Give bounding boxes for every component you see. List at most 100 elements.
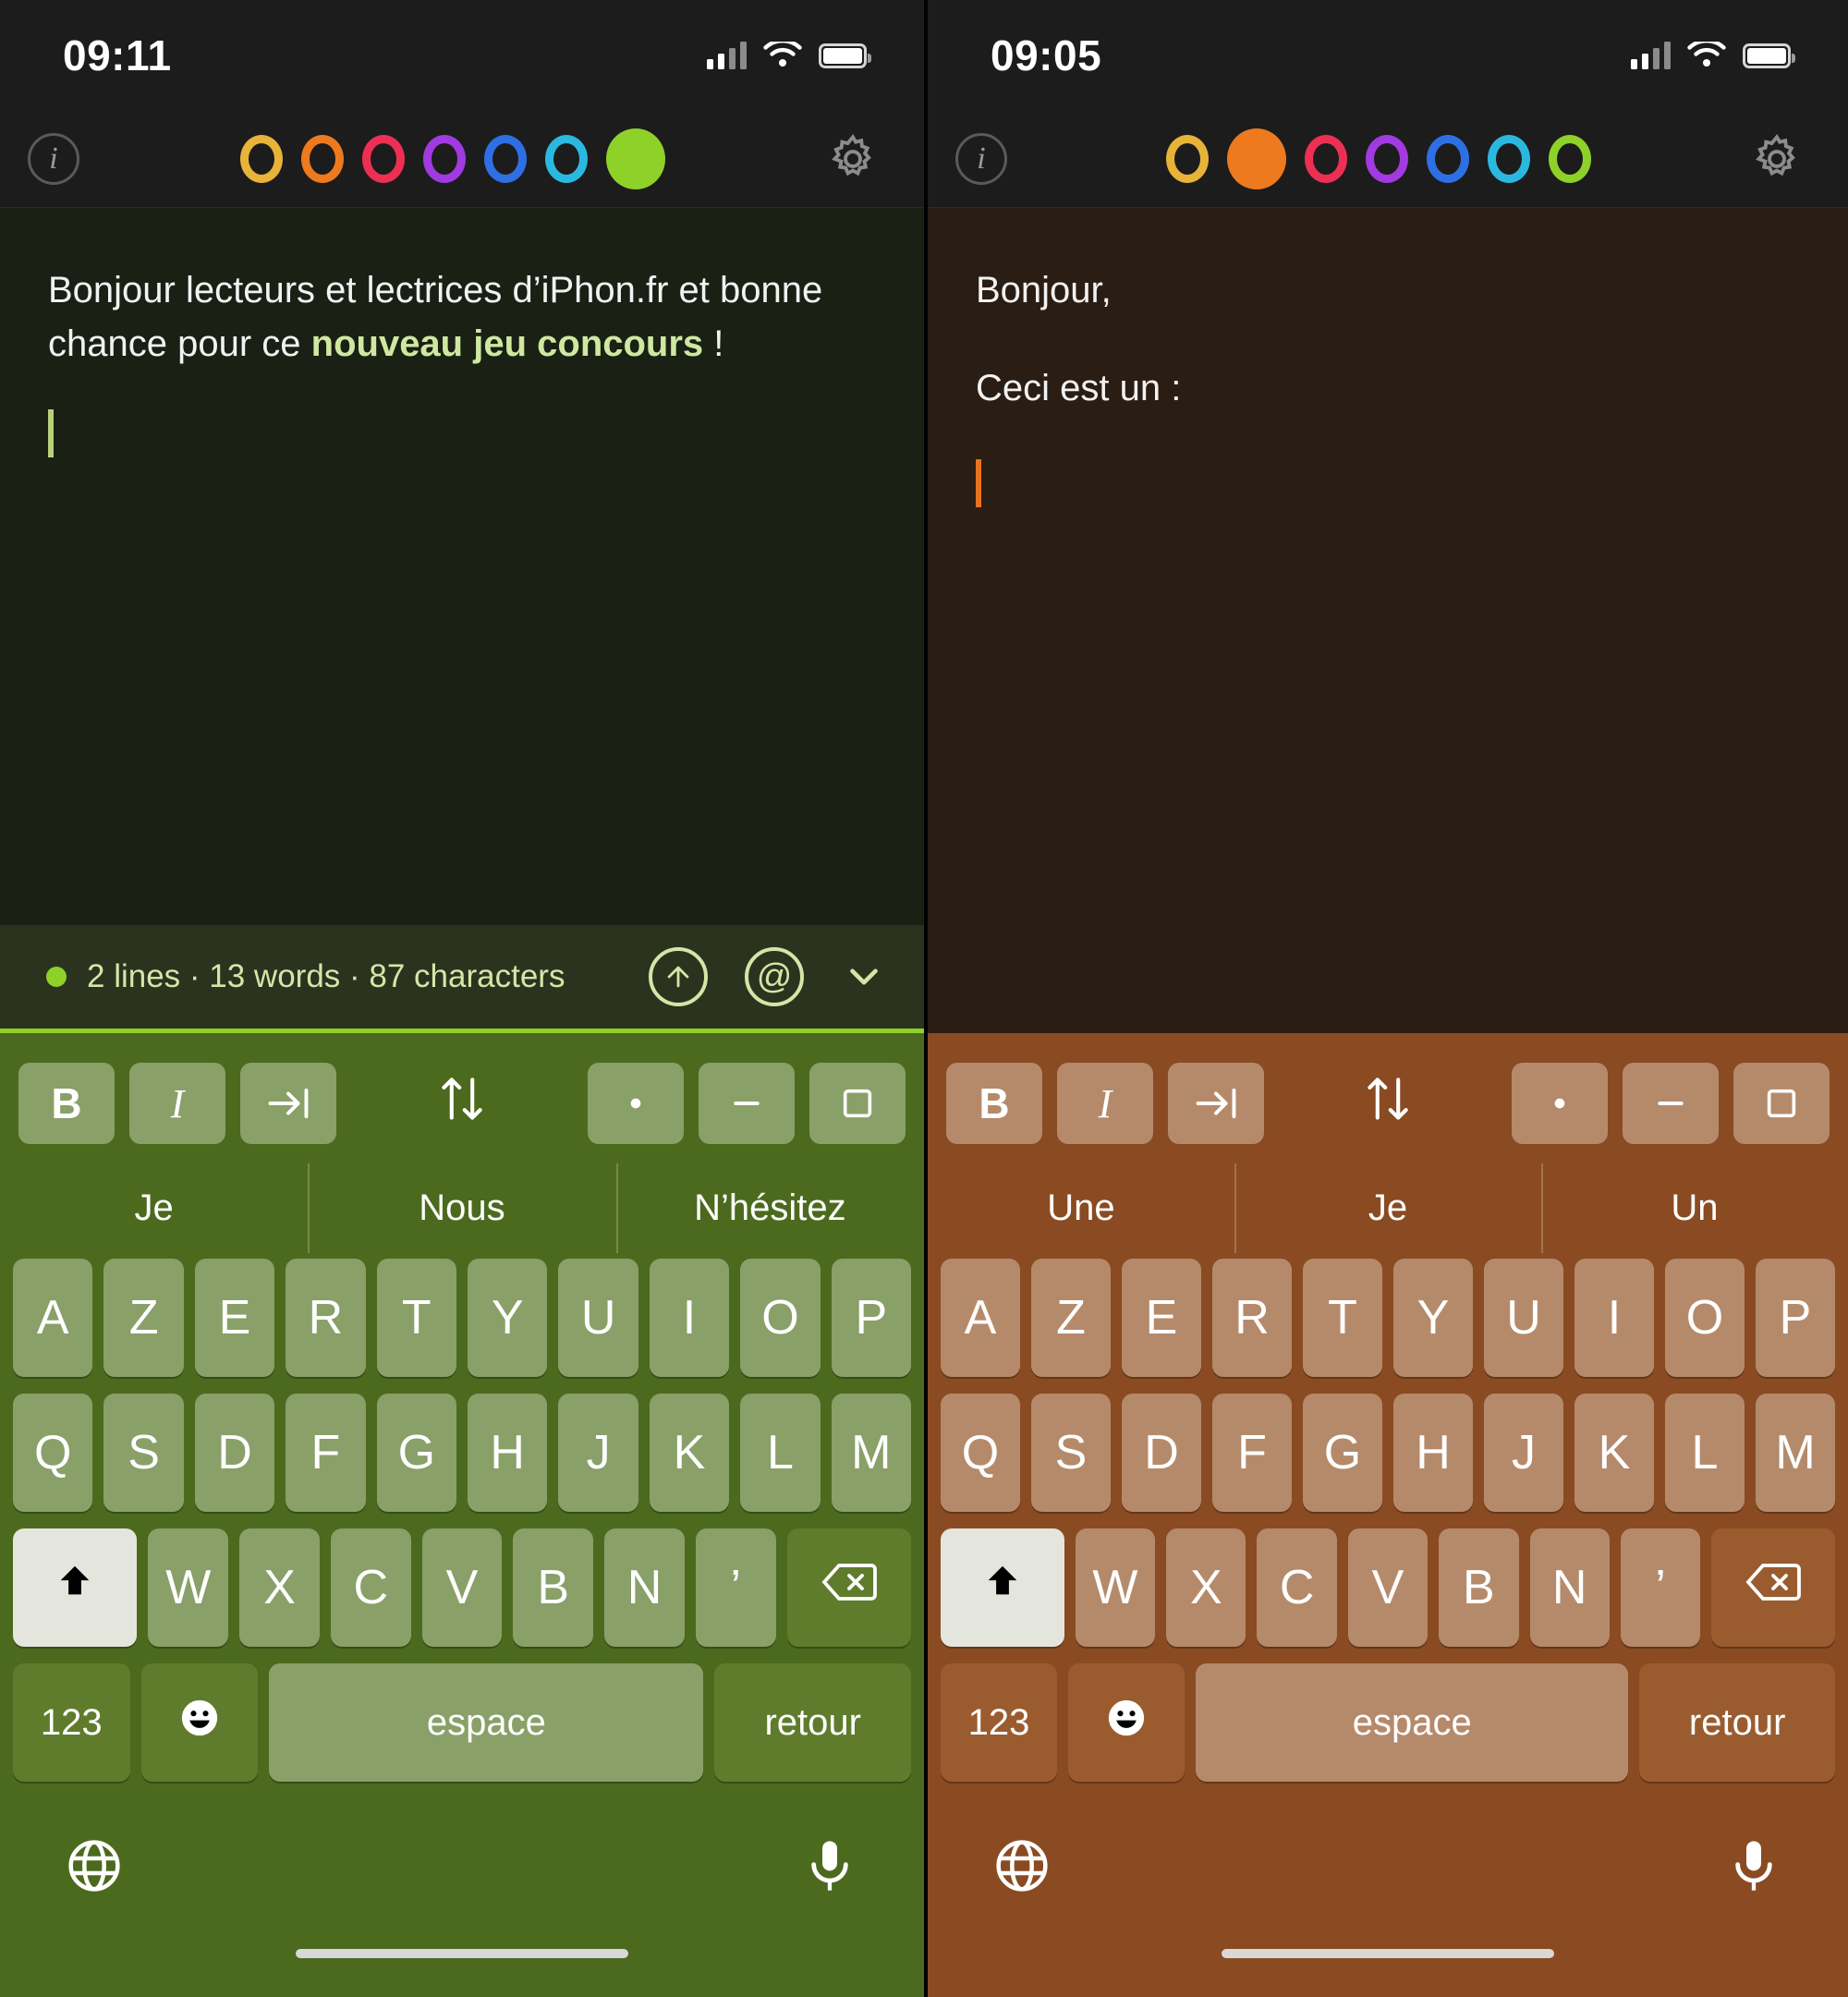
- key-G[interactable]: G: [376, 1394, 456, 1512]
- key-O[interactable]: O: [1665, 1259, 1745, 1377]
- key-P[interactable]: P: [1756, 1259, 1835, 1377]
- key-D[interactable]: D: [194, 1394, 275, 1512]
- key-F[interactable]: F: [1212, 1394, 1292, 1512]
- info-icon[interactable]: i: [28, 133, 79, 185]
- microphone-icon[interactable]: [1724, 1836, 1783, 1895]
- theme-swatch-green[interactable]: [606, 128, 665, 189]
- dash-list-button[interactable]: [699, 1063, 795, 1144]
- key-C[interactable]: C: [330, 1528, 411, 1647]
- key-Y[interactable]: Y: [468, 1259, 548, 1377]
- dash-list-button[interactable]: [1623, 1063, 1719, 1144]
- checkbox-list-button[interactable]: [1733, 1063, 1830, 1144]
- key-M[interactable]: M: [1756, 1394, 1835, 1512]
- at-circle-icon[interactable]: @: [745, 947, 804, 1006]
- shift-key[interactable]: [940, 1528, 1064, 1647]
- theme-swatch-purple[interactable]: [423, 135, 466, 183]
- key-D[interactable]: D: [1122, 1394, 1201, 1512]
- key-Z[interactable]: Z: [1031, 1259, 1111, 1377]
- key-J[interactable]: J: [558, 1394, 638, 1512]
- key-Q[interactable]: Q: [12, 1394, 93, 1512]
- indent-button[interactable]: [240, 1063, 336, 1144]
- italic-button[interactable]: I: [129, 1063, 225, 1144]
- return-key[interactable]: retour: [1639, 1663, 1835, 1782]
- theme-swatch-cyan[interactable]: [545, 135, 588, 183]
- theme-swatch-orange[interactable]: [1227, 128, 1286, 189]
- theme-swatch-blue[interactable]: [484, 135, 527, 183]
- key-G[interactable]: G: [1303, 1394, 1382, 1512]
- key-’[interactable]: ’: [1620, 1528, 1701, 1647]
- globe-icon[interactable]: [65, 1836, 124, 1895]
- key-A[interactable]: A: [941, 1259, 1020, 1377]
- key-E[interactable]: E: [194, 1259, 275, 1377]
- key-X[interactable]: X: [239, 1528, 320, 1647]
- key-H[interactable]: H: [468, 1394, 548, 1512]
- key-T[interactable]: T: [1303, 1259, 1382, 1377]
- checkbox-list-button[interactable]: [809, 1063, 906, 1144]
- chevron-down-icon[interactable]: [841, 954, 887, 1000]
- theme-swatch-yellow[interactable]: [1166, 135, 1209, 183]
- space-key[interactable]: espace: [1196, 1663, 1629, 1782]
- key-U[interactable]: U: [558, 1259, 638, 1377]
- key-L[interactable]: L: [740, 1394, 821, 1512]
- note-editor-right[interactable]: Bonjour, Ceci est un :: [928, 208, 1848, 1033]
- numbers-key[interactable]: 123: [941, 1663, 1058, 1782]
- key-S[interactable]: S: [1031, 1394, 1111, 1512]
- emoji-key[interactable]: [140, 1663, 259, 1782]
- key-E[interactable]: E: [1122, 1259, 1201, 1377]
- gear-icon[interactable]: [1750, 132, 1804, 186]
- key-L[interactable]: L: [1665, 1394, 1745, 1512]
- theme-swatch-green[interactable]: [1549, 135, 1591, 183]
- key-F[interactable]: F: [286, 1394, 366, 1512]
- emoji-key[interactable]: [1068, 1663, 1185, 1782]
- key-R[interactable]: R: [286, 1259, 366, 1377]
- key-H[interactable]: H: [1393, 1394, 1473, 1512]
- info-icon[interactable]: i: [955, 133, 1007, 185]
- backspace-key[interactable]: [786, 1528, 912, 1647]
- microphone-icon[interactable]: [800, 1836, 859, 1895]
- suggestion-2[interactable]: Nous: [308, 1163, 615, 1253]
- key-N[interactable]: N: [1529, 1528, 1610, 1647]
- key-Z[interactable]: Z: [103, 1259, 184, 1377]
- globe-icon[interactable]: [992, 1836, 1052, 1895]
- bold-button[interactable]: B: [946, 1063, 1042, 1144]
- theme-swatch-yellow[interactable]: [240, 135, 283, 183]
- key-K[interactable]: K: [649, 1394, 730, 1512]
- bullet-list-button[interactable]: [1512, 1063, 1608, 1144]
- suggestion-2[interactable]: Je: [1234, 1163, 1541, 1253]
- key-W[interactable]: W: [1075, 1528, 1156, 1647]
- suggestion-3[interactable]: Un: [1541, 1163, 1848, 1253]
- theme-swatch-cyan[interactable]: [1488, 135, 1530, 183]
- italic-button[interactable]: I: [1057, 1063, 1153, 1144]
- key-N[interactable]: N: [604, 1528, 685, 1647]
- key-K[interactable]: K: [1574, 1394, 1654, 1512]
- move-line-button[interactable]: [1362, 1073, 1414, 1135]
- key-M[interactable]: M: [831, 1394, 912, 1512]
- note-editor-left[interactable]: Bonjour lecteurs et lectrices d’iPhon.fr…: [0, 208, 924, 925]
- theme-swatch-blue[interactable]: [1427, 135, 1469, 183]
- theme-swatch-red[interactable]: [1305, 135, 1347, 183]
- bold-button[interactable]: B: [18, 1063, 115, 1144]
- return-key[interactable]: retour: [714, 1663, 911, 1782]
- suggestion-3[interactable]: N’hésitez: [615, 1163, 924, 1253]
- key-V[interactable]: V: [1347, 1528, 1429, 1647]
- key-S[interactable]: S: [103, 1394, 184, 1512]
- suggestion-1[interactable]: Je: [0, 1187, 308, 1229]
- key-X[interactable]: X: [1166, 1528, 1246, 1647]
- move-line-button[interactable]: [436, 1073, 488, 1135]
- suggestion-1[interactable]: Une: [928, 1187, 1234, 1229]
- key-V[interactable]: V: [421, 1528, 503, 1647]
- key-W[interactable]: W: [148, 1528, 229, 1647]
- key-I[interactable]: I: [649, 1259, 730, 1377]
- key-Y[interactable]: Y: [1393, 1259, 1473, 1377]
- key-Q[interactable]: Q: [941, 1394, 1020, 1512]
- key-C[interactable]: C: [1257, 1528, 1337, 1647]
- key-’[interactable]: ’: [695, 1528, 776, 1647]
- key-I[interactable]: I: [1574, 1259, 1654, 1377]
- key-O[interactable]: O: [740, 1259, 821, 1377]
- theme-swatch-orange[interactable]: [301, 135, 344, 183]
- key-U[interactable]: U: [1484, 1259, 1563, 1377]
- gear-icon[interactable]: [826, 132, 880, 186]
- key-P[interactable]: P: [831, 1259, 912, 1377]
- key-B[interactable]: B: [513, 1528, 594, 1647]
- key-B[interactable]: B: [1439, 1528, 1519, 1647]
